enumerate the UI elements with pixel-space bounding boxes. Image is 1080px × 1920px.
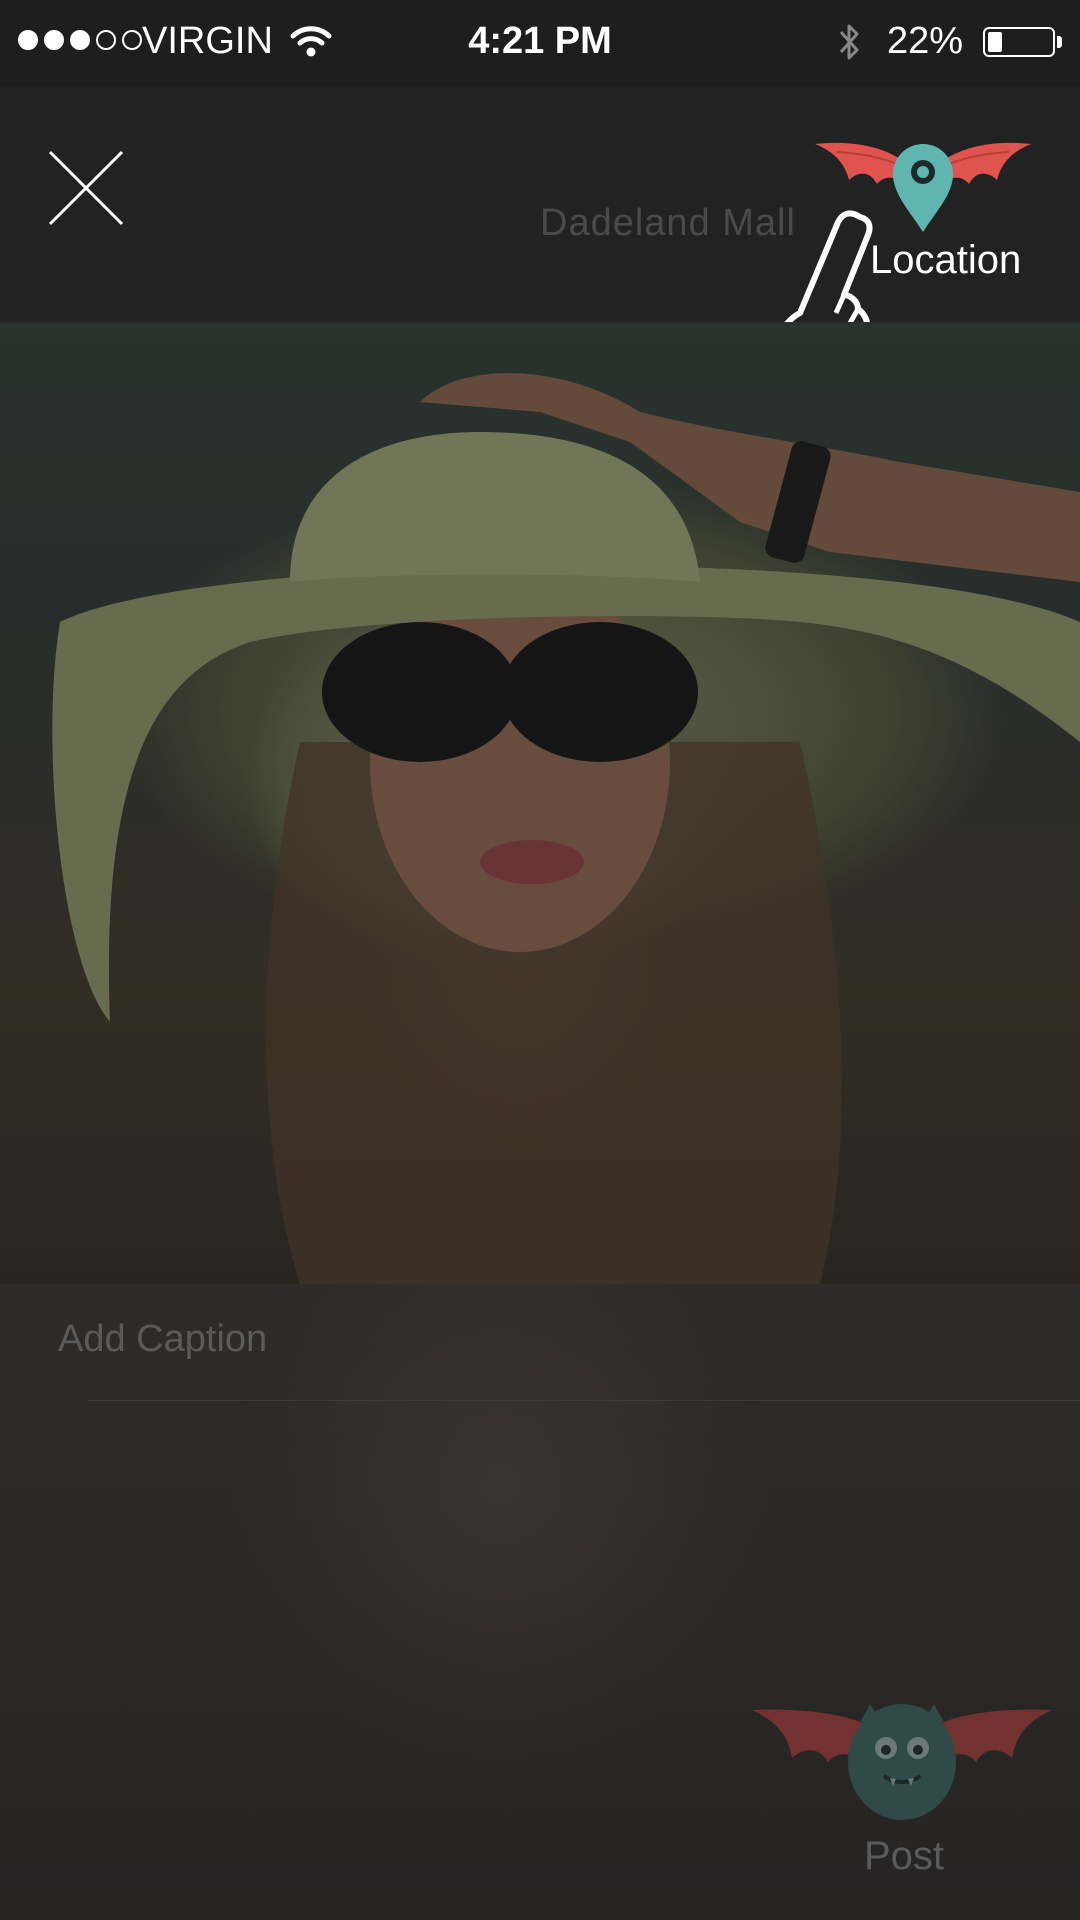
caption-input[interactable]: Add Caption <box>58 1318 267 1361</box>
status-bar: VIRGIN 4:21 PM 22% <box>0 0 1080 86</box>
post-button[interactable]: Post <box>864 1834 944 1879</box>
location-label[interactable]: Location <box>870 238 1021 283</box>
battery-percent: 22% <box>887 20 964 62</box>
photo-dim-overlay <box>0 322 1080 1284</box>
caption-area <box>0 1284 1080 1920</box>
close-icon[interactable] <box>48 150 124 226</box>
caption-divider <box>88 1400 1080 1401</box>
bat-mascot-icon[interactable] <box>752 1700 1052 1820</box>
photo-preview <box>0 322 1080 1284</box>
battery-icon <box>983 27 1055 57</box>
bluetooth-icon <box>839 24 859 60</box>
battery-tip <box>1057 36 1062 48</box>
